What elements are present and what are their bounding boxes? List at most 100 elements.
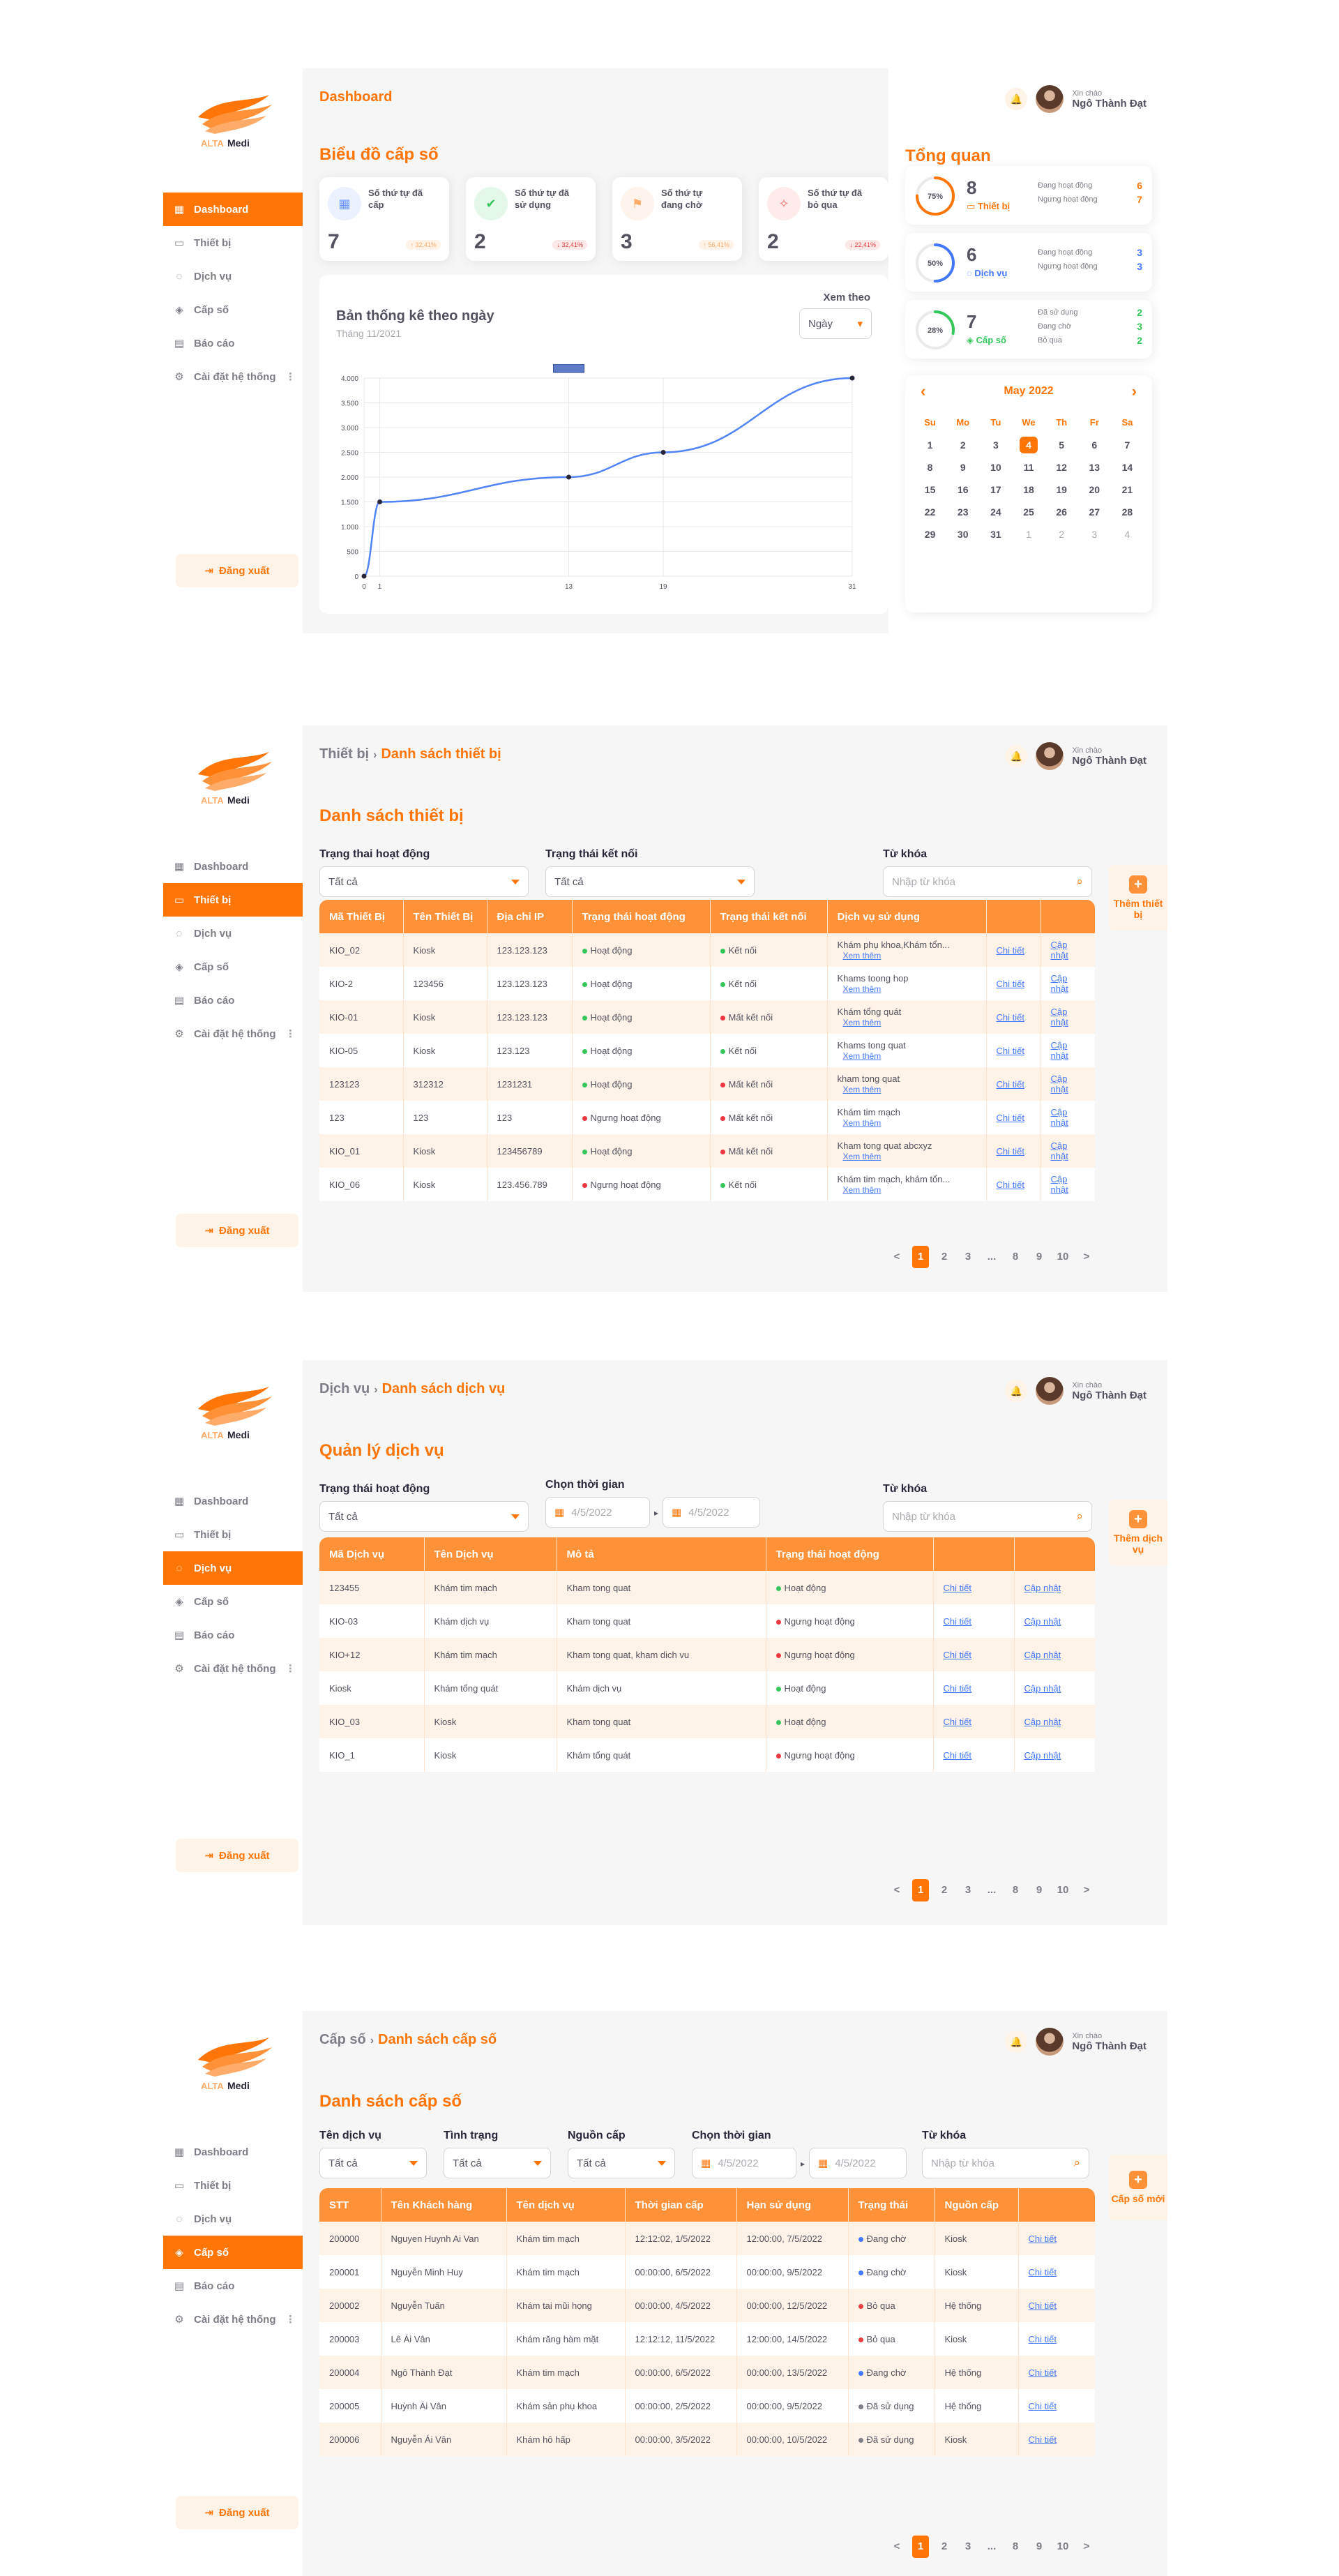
see-more-link[interactable]: Xem thêm bbox=[843, 1185, 882, 1195]
add-service-button[interactable]: + Thêm dịch vụ bbox=[1109, 1500, 1167, 1565]
sidebar-item-number[interactable]: ◈ Cấp số bbox=[163, 293, 303, 326]
search-input[interactable]: Nhập từ khóa ⌕ bbox=[922, 2148, 1089, 2178]
detail-link[interactable]: Chi tiết bbox=[944, 1650, 971, 1660]
calendar-day[interactable]: 3 bbox=[979, 437, 1012, 453]
sidebar-item-number[interactable]: ◈ Cấp số bbox=[163, 1585, 303, 1618]
update-link[interactable]: Cập nhật bbox=[1051, 973, 1068, 994]
page-button[interactable]: 2 bbox=[936, 1879, 953, 1901]
calendar-day[interactable]: 4 bbox=[1020, 437, 1038, 453]
calendar-day[interactable]: 26 bbox=[1045, 504, 1078, 520]
view-by-select[interactable]: Ngày ▾ bbox=[799, 308, 872, 339]
detail-link[interactable]: Chi tiết bbox=[997, 945, 1024, 956]
detail-link[interactable]: Chi tiết bbox=[1029, 2234, 1057, 2244]
search-icon[interactable]: ⌕ bbox=[1076, 1509, 1083, 1523]
calendar-day[interactable]: 23 bbox=[946, 504, 979, 520]
logout-button[interactable]: ⇥ Đăng xuất bbox=[176, 2496, 298, 2529]
sidebar-item-device[interactable]: ▭ Thiết bị bbox=[163, 883, 303, 917]
calendar-day[interactable]: 24 bbox=[979, 504, 1012, 520]
calendar-day[interactable]: 14 bbox=[1111, 459, 1144, 476]
detail-link[interactable]: Chi tiết bbox=[1029, 2267, 1057, 2277]
prev-page-button[interactable]: < bbox=[888, 2536, 905, 2558]
more-vertical-icon[interactable]: ⋮ bbox=[285, 370, 296, 383]
update-link[interactable]: Cập nhật bbox=[1024, 1583, 1061, 1593]
sidebar-item-service[interactable]: ◌ Dịch vụ bbox=[163, 917, 303, 950]
sidebar-item-number[interactable]: ◈ Cấp số bbox=[163, 2236, 303, 2269]
calendar-day[interactable]: 15 bbox=[914, 481, 946, 498]
sidebar-item-service[interactable]: ◌ Dịch vụ bbox=[163, 259, 303, 293]
update-link[interactable]: Cập nhật bbox=[1024, 1650, 1061, 1660]
calendar-day[interactable]: 9 bbox=[946, 459, 979, 476]
data-point[interactable] bbox=[361, 573, 367, 579]
sidebar-item-report[interactable]: ▤ Báo cáo bbox=[163, 326, 303, 360]
see-more-link[interactable]: Xem thêm bbox=[843, 1085, 882, 1094]
calendar-day[interactable]: 2 bbox=[1045, 526, 1078, 543]
bell-icon[interactable]: 🔔 bbox=[1005, 88, 1028, 110]
calendar-day[interactable]: 16 bbox=[946, 481, 979, 498]
see-more-link[interactable]: Xem thêm bbox=[843, 1118, 882, 1128]
sidebar-item-device[interactable]: ▭ Thiết bị bbox=[163, 226, 303, 259]
calendar-day[interactable]: 19 bbox=[1045, 481, 1078, 498]
calendar-day[interactable]: 27 bbox=[1078, 504, 1111, 520]
see-more-link[interactable]: Xem thêm bbox=[843, 951, 882, 961]
page-button[interactable]: 3 bbox=[960, 2536, 976, 2558]
page-button[interactable]: 1 bbox=[912, 2536, 929, 2558]
bell-icon[interactable]: 🔔 bbox=[1005, 745, 1028, 767]
detail-link[interactable]: Chi tiết bbox=[944, 1583, 971, 1593]
calendar-day[interactable]: 11 bbox=[1012, 459, 1045, 476]
page-button[interactable]: 1 bbox=[912, 1879, 929, 1901]
status-filter-select[interactable]: Tất cả bbox=[319, 866, 529, 897]
source-filter-select[interactable]: Tất cả bbox=[568, 2148, 675, 2178]
breadcrumb-parent[interactable]: Thiết bị bbox=[319, 746, 369, 762]
detail-link[interactable]: Chi tiết bbox=[997, 1113, 1024, 1123]
page-button[interactable]: 10 bbox=[1054, 2536, 1071, 2558]
detail-link[interactable]: Chi tiết bbox=[1029, 2300, 1057, 2311]
status-filter-select[interactable]: Tất cả bbox=[319, 1501, 529, 1532]
detail-link[interactable]: Chi tiết bbox=[1029, 2334, 1057, 2344]
data-point[interactable] bbox=[849, 375, 855, 381]
next-page-button[interactable]: > bbox=[1078, 1246, 1095, 1268]
date-to-picker[interactable]: ▦ 4/5/2022 bbox=[663, 1497, 760, 1528]
new-number-button[interactable]: + Cấp số mới bbox=[1109, 2155, 1167, 2220]
calendar-day[interactable]: 2 bbox=[946, 437, 979, 453]
sidebar-item-device[interactable]: ▭ Thiết bị bbox=[163, 2169, 303, 2202]
detail-link[interactable]: Chi tiết bbox=[944, 1683, 971, 1694]
sidebar-item-dashboard[interactable]: ▦ Dashboard bbox=[163, 850, 303, 883]
state-filter-select[interactable]: Tất cả bbox=[444, 2148, 551, 2178]
avatar[interactable] bbox=[1036, 1377, 1064, 1405]
next-page-button[interactable]: > bbox=[1078, 2536, 1095, 2558]
calendar-day[interactable]: 18 bbox=[1012, 481, 1045, 498]
prev-page-button[interactable]: < bbox=[888, 1246, 905, 1268]
bell-icon[interactable]: 🔔 bbox=[1005, 1380, 1028, 1402]
prev-page-button[interactable]: < bbox=[888, 1879, 905, 1901]
calendar-day[interactable]: 29 bbox=[914, 526, 946, 543]
page-button[interactable]: 10 bbox=[1054, 1246, 1071, 1268]
page-button[interactable]: 8 bbox=[1007, 1246, 1024, 1268]
add-device-button[interactable]: + Thêm thiết bị bbox=[1109, 865, 1167, 931]
bell-icon[interactable]: 🔔 bbox=[1005, 2031, 1028, 2053]
calendar-day[interactable]: 13 bbox=[1078, 459, 1111, 476]
logout-button[interactable]: ⇥ Đăng xuất bbox=[176, 554, 298, 587]
sidebar-item-settings[interactable]: ⚙ Cài đặt hệ thống ⋮ bbox=[163, 2303, 303, 2336]
see-more-link[interactable]: Xem thêm bbox=[843, 1152, 882, 1161]
calendar-day[interactable]: 6 bbox=[1078, 437, 1111, 453]
detail-link[interactable]: Chi tiết bbox=[997, 1046, 1024, 1056]
search-icon[interactable]: ⌕ bbox=[1076, 875, 1083, 889]
detail-link[interactable]: Chi tiết bbox=[997, 979, 1024, 989]
date-to-picker[interactable]: ▦ 4/5/2022 bbox=[809, 2148, 907, 2178]
update-link[interactable]: Cập nhật bbox=[1024, 1717, 1061, 1727]
page-button[interactable]: 9 bbox=[1031, 1246, 1047, 1268]
search-input[interactable]: Nhập từ khóa ⌕ bbox=[883, 1501, 1092, 1532]
sidebar-item-service[interactable]: ◌ Dịch vụ bbox=[163, 1551, 303, 1585]
sidebar-item-report[interactable]: ▤ Báo cáo bbox=[163, 984, 303, 1017]
update-link[interactable]: Cập nhật bbox=[1051, 1174, 1068, 1195]
calendar-day[interactable]: 30 bbox=[946, 526, 979, 543]
connection-filter-select[interactable]: Tất cả bbox=[545, 866, 755, 897]
sidebar-item-settings[interactable]: ⚙ Cài đặt hệ thống ⋮ bbox=[163, 1017, 303, 1050]
calendar-day[interactable]: 5 bbox=[1045, 437, 1078, 453]
page-button[interactable]: 1 bbox=[912, 1246, 929, 1268]
avatar[interactable] bbox=[1036, 742, 1064, 770]
sidebar-item-dashboard[interactable]: ▦ Dashboard bbox=[163, 193, 303, 226]
detail-link[interactable]: Chi tiết bbox=[944, 1717, 971, 1727]
prev-month-button[interactable]: ‹ bbox=[921, 382, 925, 400]
see-more-link[interactable]: Xem thêm bbox=[843, 1018, 882, 1027]
